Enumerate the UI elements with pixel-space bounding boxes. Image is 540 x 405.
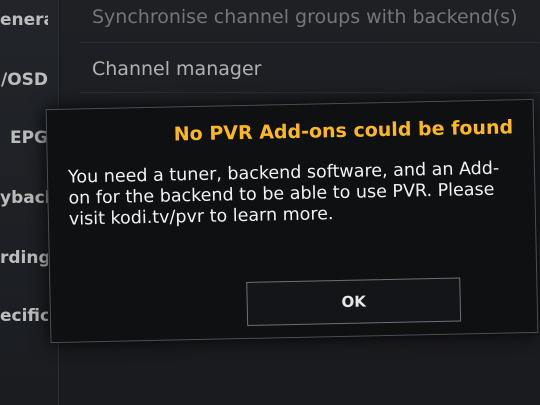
- dialog-title: No PVR Add-ons could be found: [173, 116, 514, 146]
- ok-button[interactable]: OK: [246, 277, 462, 326]
- no-pvr-addons-dialog: No PVR Add-ons could be found You need a…: [45, 98, 539, 344]
- dialog-message: You need a tuner, backend software, and …: [67, 158, 500, 230]
